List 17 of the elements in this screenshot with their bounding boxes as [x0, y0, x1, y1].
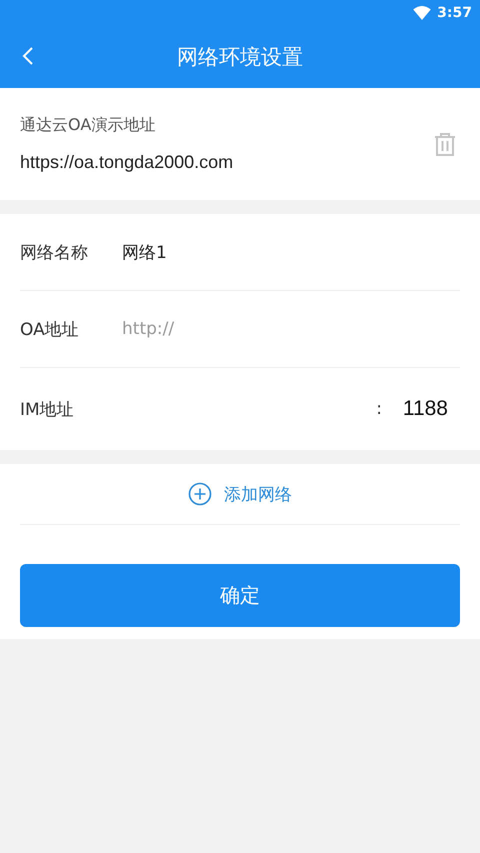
- wifi-icon: [413, 6, 432, 20]
- confirm-button[interactable]: 确定: [20, 564, 460, 627]
- input-field[interactable]: 网络1: [122, 242, 460, 262]
- clock-time: 3:57: [437, 5, 472, 21]
- field-label: IM地址: [20, 398, 75, 420]
- network-name: 通达云OA演示地址: [20, 115, 156, 136]
- separator-colon: :: [376, 399, 382, 419]
- port-field[interactable]: 1188: [392, 397, 448, 421]
- screen-title: 网络环境设置: [177, 44, 303, 71]
- back-icon[interactable]: [22, 46, 34, 66]
- field-label: OA地址: [20, 318, 80, 340]
- field-label: 网络名称: [20, 242, 89, 264]
- add-network-button[interactable]: 添加网络: [20, 464, 460, 525]
- trash-icon[interactable]: [434, 132, 456, 156]
- plus-circle-icon: [188, 482, 212, 506]
- input-field[interactable]: http://: [122, 319, 460, 339]
- network-url: https://oa.tongda2000.com: [20, 152, 234, 173]
